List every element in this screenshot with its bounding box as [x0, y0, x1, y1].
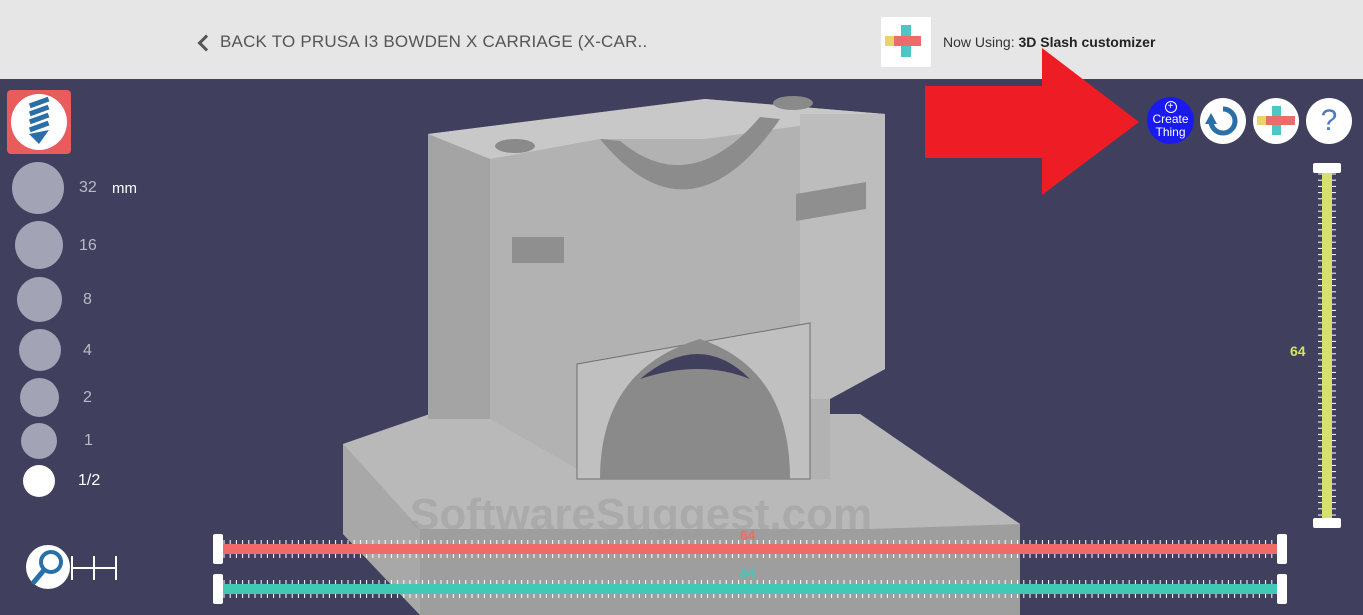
- create-label-1: Create: [1152, 112, 1189, 126]
- size-circle: [12, 162, 64, 214]
- undo-icon: [1205, 106, 1238, 136]
- plus-logo-icon: [885, 25, 921, 57]
- size-label: 8: [83, 291, 92, 308]
- brush-size-16[interactable]: 16: [15, 221, 105, 269]
- size-label: 1/2: [78, 472, 101, 489]
- drill-icon: [11, 94, 67, 150]
- brush-size-1[interactable]: 1: [21, 423, 111, 459]
- size-circle: [19, 329, 61, 371]
- customizer-button[interactable]: [1253, 98, 1299, 144]
- size-label: 16: [79, 237, 97, 254]
- size-circle: [21, 423, 57, 459]
- help-button[interactable]: ?: [1306, 98, 1352, 144]
- magnifier-icon: [31, 550, 63, 585]
- slash-tool-button[interactable]: [7, 90, 71, 154]
- brush-size-4[interactable]: 4: [19, 329, 109, 371]
- top-header: BACK TO PRUSA I3 BOWDEN X CARRIAGE (X-CA…: [0, 0, 1363, 79]
- y-value-label: 64: [740, 565, 756, 581]
- create-label-2: Thing: [1155, 125, 1186, 139]
- brush-size-half[interactable]: 1/2: [23, 465, 113, 497]
- size-label: 2: [83, 389, 92, 406]
- size-circle-selected: [23, 465, 55, 497]
- slider-handle[interactable]: [213, 534, 223, 564]
- plus-logo-icon: [1257, 106, 1295, 135]
- chevron-left-icon: [197, 34, 215, 51]
- slider-handle[interactable]: [1313, 163, 1341, 173]
- slider-handle[interactable]: [213, 574, 223, 604]
- unit-label: mm: [112, 180, 137, 197]
- slider-handle[interactable]: [1313, 518, 1341, 528]
- size-circle: [15, 221, 63, 269]
- help-icon: ?: [1320, 104, 1338, 137]
- zoom-button[interactable]: [26, 545, 70, 589]
- create-thing-button[interactable]: + Create Thing: [1147, 97, 1194, 144]
- z-slider[interactable]: [1310, 160, 1350, 532]
- back-link-label: BACK TO PRUSA I3 BOWDEN X CARRIAGE (X-CA…: [220, 32, 648, 51]
- z-value-label: 64: [1290, 343, 1306, 359]
- size-label: 1: [84, 432, 93, 449]
- brush-size-2[interactable]: 2: [20, 378, 110, 417]
- brush-size-32[interactable]: 32 mm: [12, 162, 142, 214]
- back-link[interactable]: BACK TO PRUSA I3 BOWDEN X CARRIAGE (X-CA…: [197, 32, 648, 52]
- undo-button[interactable]: [1200, 98, 1246, 144]
- app-logo: [881, 17, 931, 67]
- size-circle: [20, 378, 59, 417]
- slider-handle[interactable]: [1277, 574, 1287, 604]
- slider-handle[interactable]: [1277, 534, 1287, 564]
- x-value-label: 64: [740, 527, 756, 543]
- ruler-icon: [71, 556, 117, 580]
- size-circle: [17, 277, 62, 322]
- red-arrow-annotation: [925, 48, 1139, 195]
- size-label: 32: [79, 179, 97, 196]
- brush-size-8[interactable]: 8: [17, 277, 107, 322]
- size-label: 4: [83, 342, 92, 359]
